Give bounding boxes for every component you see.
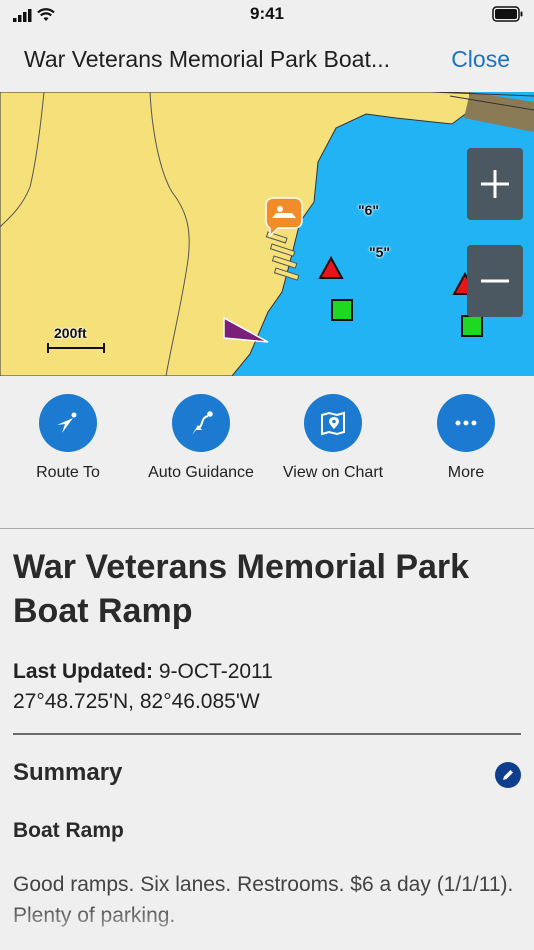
scroll-fade [0,904,534,950]
chart-map[interactable]: 200ft "6" "5" [0,92,534,376]
depth-label: "6" [358,202,380,218]
more-label: More [447,464,485,481]
divider [13,733,521,735]
last-updated-label: Last Updated: [13,660,154,683]
auto-guidance-label: Auto Guidance [148,464,254,481]
action-bar: Route To Auto Guidance View on Chart Mor… [0,376,534,528]
route-to-label: Route To [36,464,100,481]
navigation-bar: War Veterans Memorial Park Boat... Close [0,30,534,92]
plus-icon [481,170,509,198]
edit-summary-button[interactable] [495,762,521,788]
pencil-icon [503,770,513,780]
summary-heading: Summary [13,759,123,786]
route-path-icon [192,411,213,435]
coordinates: 27°48.725'N, 82°46.085'W [13,690,260,713]
more-dots-icon [455,420,477,426]
auto-guidance-button[interactable]: Auto Guidance [135,394,267,482]
last-updated-value: 9-OCT-2011 [158,660,273,683]
nav-title: War Veterans Memorial Park Boat... [24,46,391,72]
minus-icon [481,279,509,283]
green-nav-marker-icon[interactable] [461,315,483,337]
view-on-chart-label: View on Chart [282,464,384,481]
green-nav-marker-icon[interactable] [331,299,353,321]
place-title: War Veterans Memorial Park Boat Ramp [13,548,470,630]
battery-icon [492,6,523,22]
detail-panel[interactable]: War Veterans Memorial Park Boat Ramp Las… [0,529,534,950]
route-to-button[interactable]: Route To [2,394,134,482]
close-button[interactable]: Close [451,46,510,73]
scale-label: 200ft [54,325,87,341]
category-subheading: Boat Ramp [13,819,124,842]
zoom-out-button[interactable] [467,245,523,317]
navigation-arrow-icon [57,412,77,433]
depth-label: "5" [369,244,391,260]
status-bar: 9:41 [0,0,534,30]
last-updated-block: Last Updated: 9-OCT-2011 27°48.725'N, 82… [13,657,273,717]
more-button[interactable]: More [400,394,532,482]
view-on-chart-button[interactable]: View on Chart [267,394,399,482]
map-pin-icon [321,411,345,436]
zoom-in-button[interactable] [467,148,523,220]
status-time: 9:41 [249,4,285,23]
